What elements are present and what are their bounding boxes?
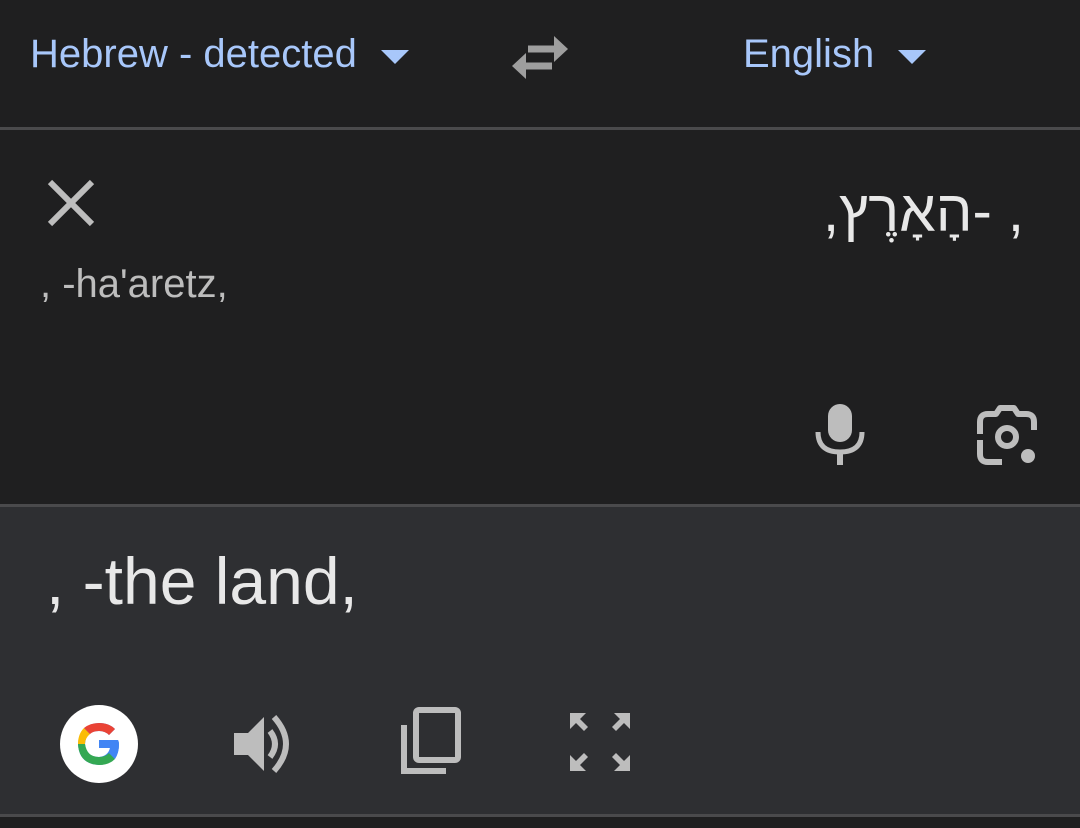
swap-arrows-icon [512, 36, 568, 79]
source-text[interactable]: , -הָאָרֶץ, [823, 178, 1024, 245]
clear-text-button[interactable] [44, 176, 98, 230]
language-bar: Hebrew - detected English [0, 0, 1080, 127]
voice-input-button[interactable] [812, 402, 868, 468]
fullscreen-button[interactable] [566, 709, 634, 775]
target-language-selector[interactable]: English [743, 26, 927, 82]
target-language-label: English [743, 31, 875, 76]
transliteration-text: , -ha'aretz, [40, 262, 228, 306]
camera-lens-icon [977, 405, 1037, 465]
microphone-icon [815, 404, 865, 465]
source-panel[interactable]: , -הָאָרֶץ, , -ha'aretz, [0, 130, 1080, 504]
source-language-label: Hebrew - detected [30, 31, 357, 76]
close-icon [47, 179, 95, 227]
bottom-area [0, 817, 1080, 828]
camera-input-button[interactable] [974, 404, 1040, 470]
source-language-selector[interactable]: Hebrew - detected [30, 26, 409, 82]
translation-result-text: , -the land, [46, 544, 358, 618]
fullscreen-icon [570, 713, 630, 771]
listen-button[interactable] [230, 709, 300, 779]
swap-languages-button[interactable] [506, 28, 574, 84]
caret-down-icon [380, 50, 409, 64]
caret-down-icon [898, 50, 927, 64]
google-search-button[interactable] [60, 705, 138, 783]
copy-icon [401, 707, 461, 774]
speaker-icon [234, 715, 289, 773]
copy-button[interactable] [398, 707, 464, 777]
translate-app: Hebrew - detected English , -הָאָרֶץ, , … [0, 0, 1080, 828]
google-g-icon [78, 723, 119, 765]
result-panel: , -the land, [0, 507, 1080, 814]
